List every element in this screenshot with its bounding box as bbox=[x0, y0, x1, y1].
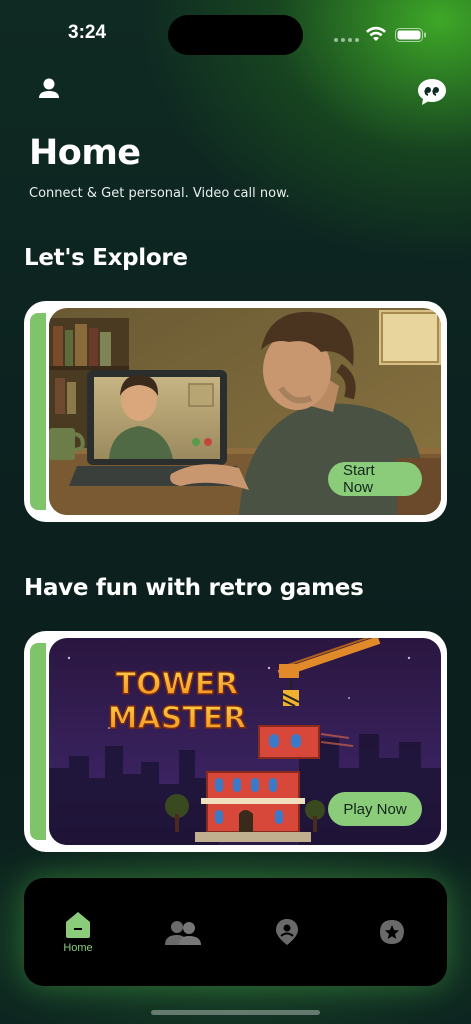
signal-dots-icon bbox=[334, 38, 359, 42]
explore-card[interactable]: Start Now bbox=[24, 301, 447, 522]
nav-people[interactable] bbox=[143, 878, 223, 986]
star-badge-icon bbox=[380, 920, 404, 944]
start-now-button[interactable]: Start Now bbox=[328, 462, 422, 496]
location-pin-icon bbox=[276, 919, 298, 945]
card-accent-strip bbox=[30, 643, 46, 840]
status-bar: 3:24 bbox=[0, 0, 471, 70]
people-icon bbox=[165, 921, 201, 945]
home-indicator[interactable] bbox=[151, 1010, 320, 1015]
battery-icon bbox=[395, 28, 426, 42]
chat-button[interactable] bbox=[416, 77, 448, 107]
play-now-button[interactable]: Play Now bbox=[328, 792, 422, 826]
wifi-icon bbox=[366, 26, 386, 41]
retro-game-card[interactable]: TOWER MASTER Play Now bbox=[24, 631, 447, 852]
page-title: Home bbox=[29, 133, 141, 173]
nav-home[interactable]: Home bbox=[38, 878, 118, 986]
profile-button[interactable] bbox=[33, 74, 65, 106]
art-title-line2: MASTER bbox=[108, 701, 247, 736]
card-accent-strip bbox=[30, 313, 46, 510]
page-subtitle: Connect & Get personal. Video call now. bbox=[29, 186, 290, 201]
nav-favorites[interactable] bbox=[352, 878, 432, 986]
section-title-explore: Let's Explore bbox=[24, 245, 188, 271]
dynamic-island bbox=[168, 15, 303, 55]
home-icon bbox=[66, 912, 90, 938]
nav-home-label: Home bbox=[63, 942, 93, 954]
person-icon bbox=[39, 78, 59, 98]
section-title-retro-games: Have fun with retro games bbox=[24, 575, 364, 601]
status-time: 3:24 bbox=[68, 22, 107, 43]
chat-bubble-icon bbox=[418, 79, 446, 105]
nav-location[interactable] bbox=[247, 878, 327, 986]
art-title-line1: TOWER bbox=[116, 667, 239, 702]
bottom-nav-bar: Home bbox=[24, 878, 447, 986]
